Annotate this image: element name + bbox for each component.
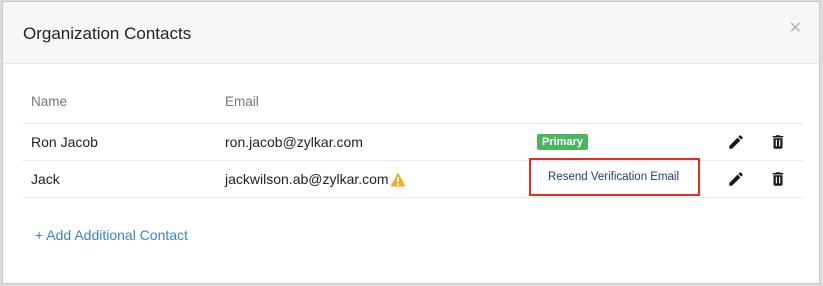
close-icon[interactable]: ✕ (789, 21, 802, 37)
table-row: Jack jackwilson.ab@zylkar.com Resend Ver… (23, 158, 803, 198)
table-row: Ron Jacob ron.jacob@zylkar.com Primary (23, 124, 803, 161)
contact-name: Jack (31, 171, 60, 187)
edit-button[interactable] (727, 161, 745, 197)
delete-button[interactable] (769, 124, 787, 160)
status-cell: Primary (531, 124, 588, 160)
resend-verification-highlight: Resend Verification Email (529, 158, 700, 196)
contact-email: ron.jacob@zylkar.com (225, 134, 363, 150)
modal-header: Organization Contacts ✕ (3, 2, 819, 64)
column-header-email: Email (225, 93, 259, 109)
pencil-icon (729, 135, 743, 149)
edit-button[interactable] (727, 124, 745, 160)
modal-title: Organization Contacts (23, 24, 192, 43)
resend-verification-link[interactable]: Resend Verification Email (548, 171, 679, 183)
contact-email: jackwilson.ab@zylkar.com (225, 171, 389, 187)
primary-badge: Primary (537, 134, 588, 150)
warning-icon (390, 172, 406, 186)
delete-button[interactable] (769, 161, 787, 197)
contact-email-cell: jackwilson.ab@zylkar.com (225, 161, 406, 197)
table-header-row: Name Email (23, 87, 803, 124)
contacts-table: Name Email Ron Jacob ron.jacob@zylkar.co… (23, 87, 803, 198)
contact-name: Ron Jacob (31, 134, 98, 150)
add-additional-contact-link[interactable]: + Add Additional Contact (35, 227, 188, 243)
trash-icon (772, 172, 784, 186)
column-header-name: Name (31, 93, 68, 109)
organization-contacts-modal: Organization Contacts ✕ Name Email Ron J… (2, 1, 820, 284)
pencil-icon (729, 172, 743, 186)
trash-icon (772, 135, 784, 149)
